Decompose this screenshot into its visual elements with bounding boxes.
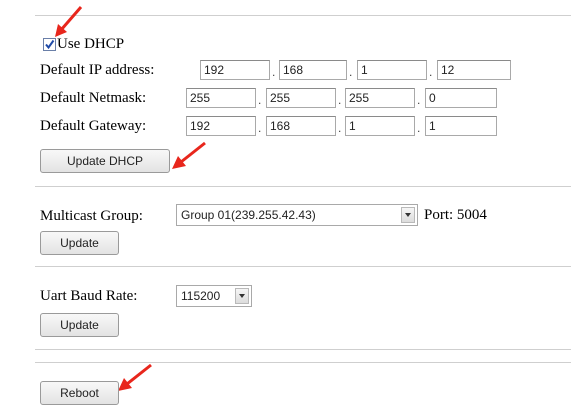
multicast-group-label: Multicast Group:: [40, 208, 143, 224]
netmask-octet-1[interactable]: [186, 88, 256, 108]
netmask-octet-4[interactable]: [425, 88, 497, 108]
update-dhcp-button[interactable]: Update DHCP: [40, 149, 170, 173]
arrow-annotation-icon: [172, 141, 206, 169]
divider-top: [35, 15, 571, 16]
netmask-separator: .: [417, 93, 421, 107]
netmask-octet-2[interactable]: [266, 88, 336, 108]
ip-separator: .: [349, 65, 353, 79]
port-label: Port: 5004: [424, 207, 487, 223]
uart-update-button[interactable]: Update: [40, 313, 119, 337]
reboot-button[interactable]: Reboot: [40, 381, 119, 405]
use-dhcp-checkbox[interactable]: [43, 38, 56, 51]
ip-octet-2[interactable]: [279, 60, 347, 80]
multicast-update-button[interactable]: Update: [40, 231, 119, 255]
uart-baud-rate-value: 115200: [181, 289, 221, 303]
ip-octet-3[interactable]: [357, 60, 427, 80]
netmask-octet-3[interactable]: [345, 88, 415, 108]
uart-baud-rate-select[interactable]: 115200: [176, 285, 252, 307]
gateway-separator: .: [338, 121, 342, 135]
ip-separator: .: [429, 65, 433, 79]
gateway-separator: .: [417, 121, 421, 135]
gateway-label: Default Gateway:: [40, 118, 147, 134]
use-dhcp-label: Use DHCP: [57, 36, 125, 52]
ip-octet-1[interactable]: [200, 60, 270, 80]
arrow-annotation-icon: [118, 363, 152, 391]
gateway-octet-2[interactable]: [266, 116, 336, 136]
divider: [35, 266, 571, 267]
divider: [35, 186, 571, 187]
ip-address-label: Default IP address:: [40, 62, 155, 78]
gateway-octet-3[interactable]: [345, 116, 415, 136]
gateway-octet-1[interactable]: [186, 116, 256, 136]
gateway-octet-4[interactable]: [425, 116, 497, 136]
uart-baud-rate-label: Uart Baud Rate:: [40, 288, 138, 304]
divider: [35, 362, 571, 363]
chevron-down-icon[interactable]: [401, 207, 415, 223]
netmask-label: Default Netmask:: [40, 90, 147, 106]
ip-octet-4[interactable]: [437, 60, 511, 80]
multicast-group-value: Group 01(239.255.42.43): [181, 208, 316, 222]
multicast-group-select[interactable]: Group 01(239.255.42.43): [176, 204, 418, 226]
netmask-separator: .: [258, 93, 262, 107]
ip-separator: .: [272, 65, 276, 79]
arrow-annotation-icon: [55, 6, 83, 37]
netmask-separator: .: [338, 93, 342, 107]
divider: [35, 349, 571, 350]
gateway-separator: .: [258, 121, 262, 135]
checkmark-icon: [45, 39, 55, 50]
chevron-down-icon[interactable]: [235, 288, 249, 304]
